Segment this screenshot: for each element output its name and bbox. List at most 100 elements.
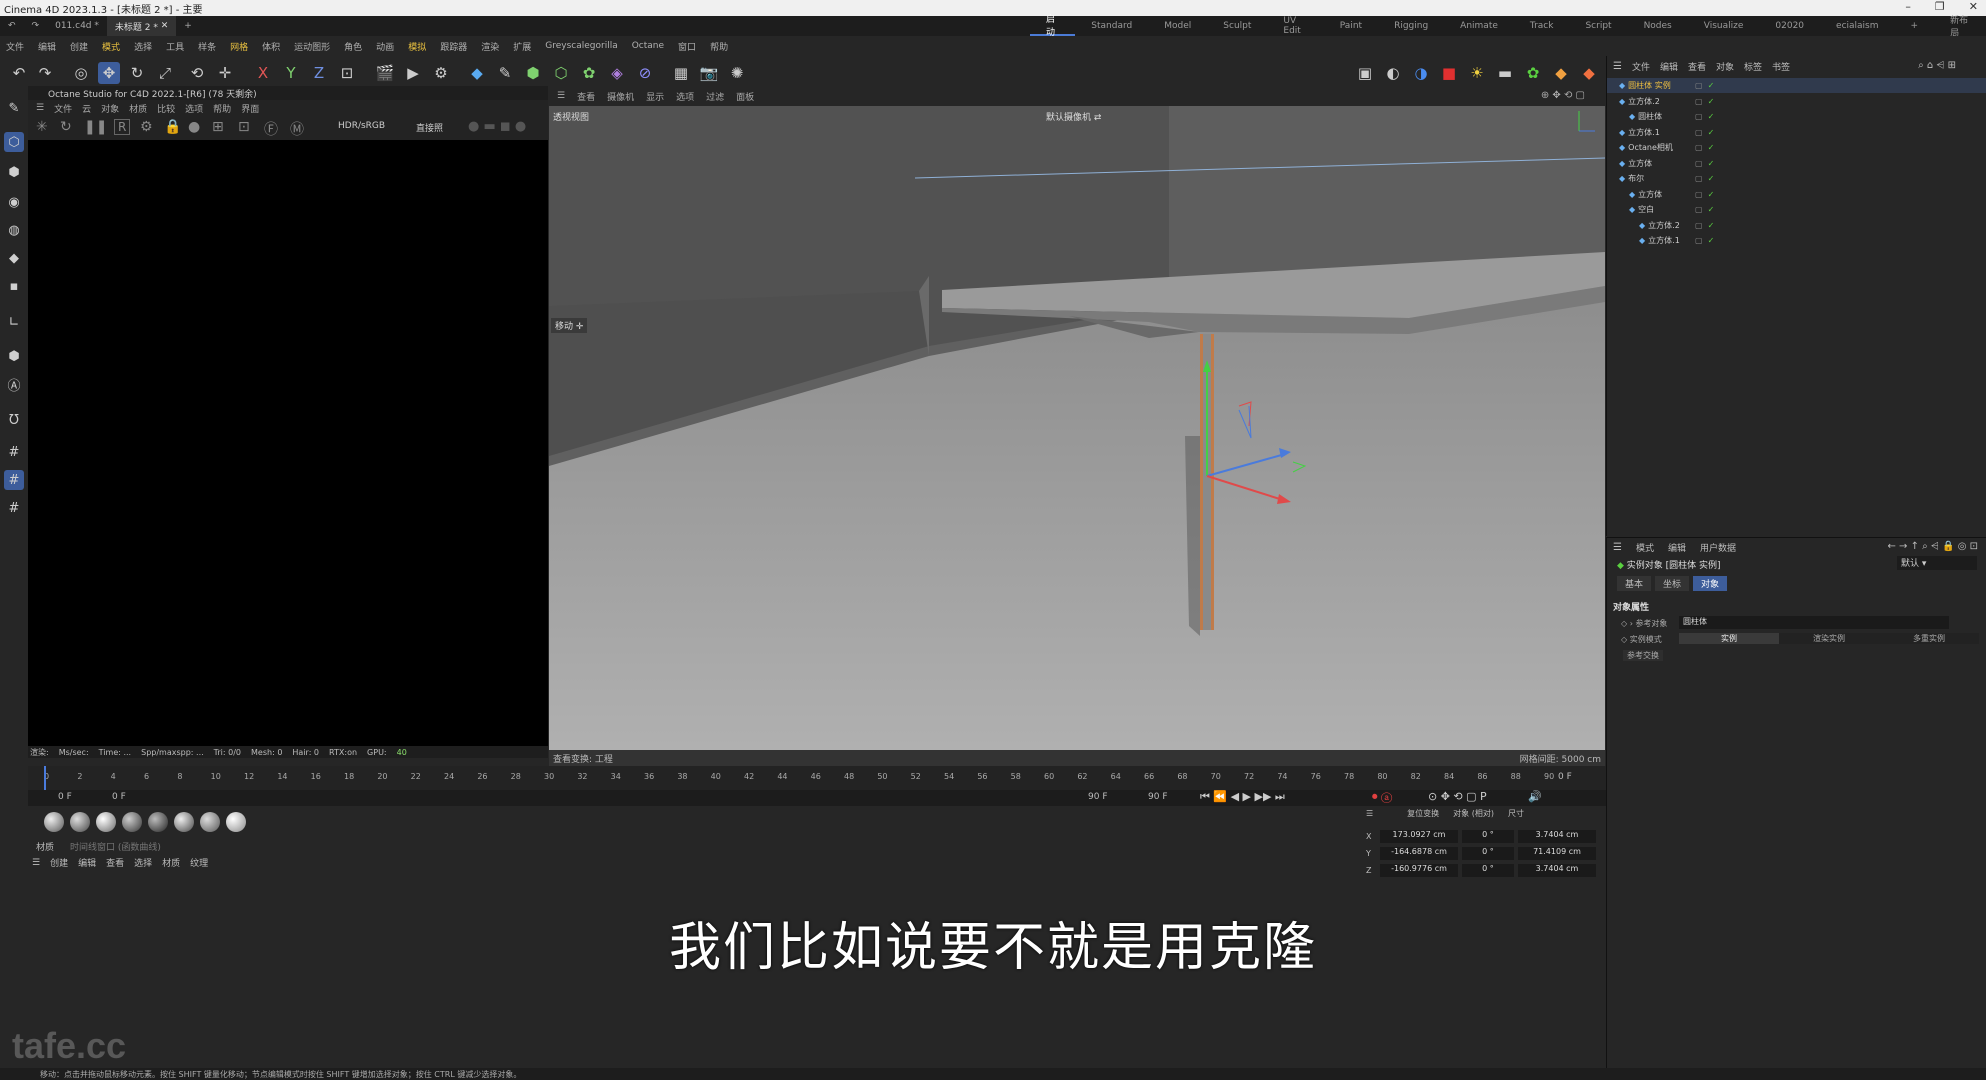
- timeline-ruler[interactable]: 0 2 4 6 8 10 12 14 16 18 20 22 24 26 28 30 32 34 36 38 40 42 4…: [28, 766, 1606, 790]
- material-menu-item[interactable]: 材质: [162, 856, 180, 869]
- octane-send-scene-icon[interactable]: ✳: [36, 119, 48, 135]
- octane-menu-item[interactable]: 比较: [157, 102, 175, 115]
- menu-item[interactable]: 窗口: [678, 40, 696, 53]
- mograph-icon[interactable]: ✿: [578, 62, 600, 84]
- layout-tab[interactable]: 启动: [1030, 15, 1076, 38]
- playhead[interactable]: [44, 766, 46, 790]
- menu-item[interactable]: 帮助: [710, 40, 728, 53]
- layout-tab[interactable]: Track: [1514, 16, 1570, 36]
- material-menu-item[interactable]: 选择: [134, 856, 152, 869]
- om-menu-item[interactable]: 对象: [1716, 60, 1734, 73]
- current-frame[interactable]: 0 F: [112, 792, 126, 802]
- menu-item[interactable]: 创建: [70, 40, 88, 53]
- menu-item[interactable]: 扩展: [513, 40, 531, 53]
- coordinate-system-icon[interactable]: ⊡: [336, 62, 358, 84]
- undo-icon[interactable]: ↶: [8, 62, 30, 84]
- octane-restart-icon[interactable]: ↻: [60, 119, 72, 135]
- viewport-menu-icon[interactable]: ☰: [557, 91, 565, 101]
- close-icon[interactable]: ✕: [1969, 0, 1978, 13]
- menu-item[interactable]: 工具: [166, 40, 184, 53]
- menu-item[interactable]: 样条: [198, 40, 216, 53]
- rotate-tool-icon[interactable]: ↻: [126, 62, 148, 84]
- viewport-menu-item[interactable]: 查看: [577, 90, 595, 103]
- light-icon[interactable]: ✺: [726, 62, 748, 84]
- om-menu-item[interactable]: 文件: [1632, 60, 1650, 73]
- magnet-icon[interactable]: Ʊ: [4, 410, 24, 430]
- material-ball[interactable]: [148, 812, 168, 832]
- plugin-2-icon[interactable]: ◆: [1578, 62, 1600, 84]
- document-tab-active[interactable]: 未标题 2 * ✕: [106, 16, 177, 36]
- layout-tab[interactable]: Visualize: [1688, 16, 1760, 36]
- octane-region-icon[interactable]: R: [114, 119, 131, 135]
- octane-menu-item[interactable]: 选项: [185, 102, 203, 115]
- restore-icon[interactable]: ❐: [1935, 0, 1945, 13]
- viewport-nav-icons[interactable]: ⊕ ✥ ⟲ ▢: [1541, 90, 1585, 101]
- layout-tab[interactable]: Script: [1569, 16, 1627, 36]
- attr-tab-object[interactable]: 对象: [1693, 576, 1728, 591]
- octane-frame-icon[interactable]: ⊡: [238, 119, 250, 135]
- object-row[interactable]: ◆ 立方体.2 ▢ ✓: [1607, 218, 1986, 233]
- layout-tab[interactable]: Model: [1148, 16, 1207, 36]
- layout-tab[interactable]: Animate: [1444, 16, 1514, 36]
- object-row[interactable]: ◆ 立方体 ▢ ✓: [1607, 187, 1986, 202]
- attr-menu-icon[interactable]: ☰: [1613, 542, 1622, 553]
- point-mode-icon[interactable]: ◉: [4, 192, 24, 212]
- menu-item[interactable]: 运动图形: [294, 40, 330, 53]
- attr-menu-item[interactable]: 用户数据: [1700, 541, 1736, 554]
- material-ball[interactable]: [200, 812, 220, 832]
- octane-material-icon-m[interactable]: Ⓜ: [290, 119, 304, 139]
- attr-menu-item[interactable]: 编辑: [1668, 541, 1686, 554]
- om-menu-item[interactable]: 标签: [1744, 60, 1762, 73]
- octane-menu-item[interactable]: 文件: [54, 102, 72, 115]
- octane-sphere-icon[interactable]: ●: [188, 119, 200, 135]
- octane-add-icon[interactable]: ⊞: [212, 119, 224, 135]
- start-frame[interactable]: 0 F: [58, 792, 72, 802]
- snap-icon[interactable]: Ⓐ: [4, 374, 24, 394]
- octane-menu-icon[interactable]: ☰: [36, 103, 44, 113]
- ref-object-field[interactable]: 圆柱体: [1679, 616, 1949, 629]
- field-icon[interactable]: ⊘: [634, 62, 656, 84]
- tab-material[interactable]: 材质: [36, 840, 54, 853]
- mode-render-instance[interactable]: 渲染实例: [1779, 633, 1879, 644]
- object-visibility-flags[interactable]: ▢ ✓: [1695, 221, 1714, 230]
- transform-tool-icon[interactable]: ⟲: [186, 62, 208, 84]
- move-tool-icon[interactable]: ✥: [98, 62, 120, 84]
- material-ball[interactable]: [96, 812, 116, 832]
- material-menu-item[interactable]: 创建: [50, 856, 68, 869]
- tab-timeline[interactable]: 时间线窗口 (函数曲线): [70, 840, 161, 853]
- solo-icon[interactable]: ⬢: [4, 346, 24, 366]
- material-menu-item[interactable]: 查看: [106, 856, 124, 869]
- octane-material-icon[interactable]: ◐: [1382, 62, 1404, 84]
- viewport-menu-item[interactable]: 选项: [676, 90, 694, 103]
- object-visibility-flags[interactable]: ▢ ✓: [1695, 143, 1714, 152]
- object-row[interactable]: ◆ 圆柱体 ▢ ✓: [1607, 109, 1986, 124]
- object-row[interactable]: ◆ 立方体 ▢ ✓: [1607, 156, 1986, 171]
- coord-size-field[interactable]: 71.4109 cm: [1518, 847, 1596, 860]
- coord-size-field[interactable]: 3.7404 cm: [1518, 864, 1596, 877]
- octane-menu-item[interactable]: 帮助: [213, 102, 231, 115]
- model-mode-icon[interactable]: ⬡: [4, 132, 24, 152]
- coord-rot-field[interactable]: 0 °: [1462, 847, 1514, 860]
- menu-item[interactable]: 体积: [262, 40, 280, 53]
- object-visibility-flags[interactable]: ▢ ✓: [1695, 128, 1714, 137]
- key-tools-icons[interactable]: ⊙ ✥ ⟲ ▢ P: [1428, 790, 1487, 803]
- octane-settings-icon[interactable]: ▣: [1354, 62, 1376, 84]
- layout-tab[interactable]: ecialaism: [1820, 16, 1894, 36]
- add-layout-icon[interactable]: +: [1895, 16, 1935, 36]
- texture-mode-icon[interactable]: ⬢: [4, 162, 24, 182]
- viewport-menu-item[interactable]: 过滤: [706, 90, 724, 103]
- layout-tab[interactable]: Nodes: [1628, 16, 1688, 36]
- octane-sphere-2-icon[interactable]: ● ▬ ◼ ●: [468, 119, 526, 134]
- record-icon[interactable]: ⏺ ⓐ: [1372, 790, 1392, 804]
- attr-tab-basic[interactable]: 基本: [1617, 576, 1652, 591]
- octane-menu-item[interactable]: 对象: [101, 102, 119, 115]
- new-tab-button[interactable]: +: [176, 16, 200, 36]
- redo-icon[interactable]: ↷: [34, 62, 56, 84]
- camera-icon[interactable]: 📷: [698, 62, 720, 84]
- subdivision-icon[interactable]: ⬢: [522, 62, 544, 84]
- workplane-lock-icon[interactable]: #: [4, 498, 24, 518]
- material-menu-item[interactable]: 编辑: [78, 856, 96, 869]
- plugin-icon[interactable]: ◆: [1550, 62, 1572, 84]
- document-tab[interactable]: 011.c4d *: [47, 16, 107, 36]
- minimize-icon[interactable]: –: [1905, 0, 1911, 13]
